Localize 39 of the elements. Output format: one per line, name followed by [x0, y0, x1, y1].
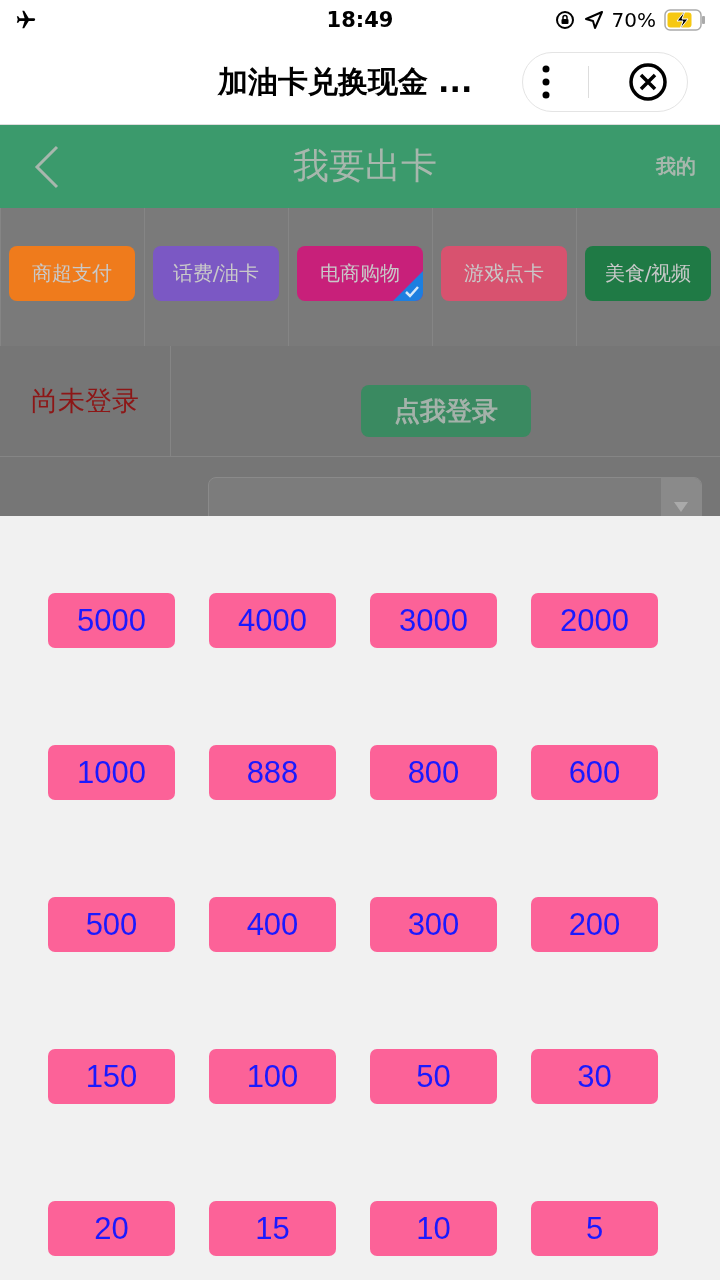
page-title: 加油卡兑换现金 ...	[216, 62, 474, 101]
amount-button[interactable]: 100	[209, 1049, 336, 1104]
category-tab[interactable]: 游戏点卡	[441, 246, 567, 301]
amount-button[interactable]: 500	[48, 897, 175, 952]
category-tab[interactable]: 商超支付	[9, 246, 135, 301]
amount-button[interactable]: 1000	[48, 745, 175, 800]
more-icon[interactable]	[542, 65, 551, 99]
rotation-lock-icon	[553, 9, 576, 31]
amount-button[interactable]: 10	[370, 1201, 497, 1256]
login-button[interactable]: 点我登录	[360, 385, 531, 437]
amount-button[interactable]: 20	[48, 1201, 175, 1256]
category-tab[interactable]: 电商购物	[297, 246, 423, 301]
dropdown-icon	[674, 502, 688, 512]
amount-button[interactable]: 5000	[48, 593, 175, 648]
amount-button[interactable]: 3000	[370, 593, 497, 648]
amount-button[interactable]: 30	[531, 1049, 658, 1104]
amount-button[interactable]: 800	[370, 745, 497, 800]
status-time: 18:49	[326, 8, 394, 32]
amount-button[interactable]: 600	[531, 745, 658, 800]
amount-button[interactable]: 300	[370, 897, 497, 952]
header-title: 我要出卡	[293, 144, 437, 188]
my-link[interactable]: 我的	[656, 153, 696, 180]
battery-percent: 70%	[611, 8, 656, 32]
location-icon	[583, 10, 604, 30]
amount-button[interactable]: 888	[209, 745, 336, 800]
amount-button[interactable]: 5	[531, 1201, 658, 1256]
category-tab[interactable]: 话费/油卡	[153, 246, 279, 301]
amount-button[interactable]: 200	[531, 897, 658, 952]
login-status: 尚未登录	[0, 346, 171, 456]
amount-button[interactable]: 150	[48, 1049, 175, 1104]
amount-button[interactable]: 50	[370, 1049, 497, 1104]
airplane-icon	[14, 9, 38, 31]
battery-charging-icon	[664, 9, 706, 31]
amount-button[interactable]: 15	[209, 1201, 336, 1256]
amount-button[interactable]: 4000	[209, 593, 336, 648]
close-icon[interactable]	[627, 62, 668, 102]
amount-button[interactable]: 2000	[531, 593, 658, 648]
amount-button[interactable]: 400	[209, 897, 336, 952]
category-tab[interactable]: 美食/视频	[585, 246, 711, 301]
